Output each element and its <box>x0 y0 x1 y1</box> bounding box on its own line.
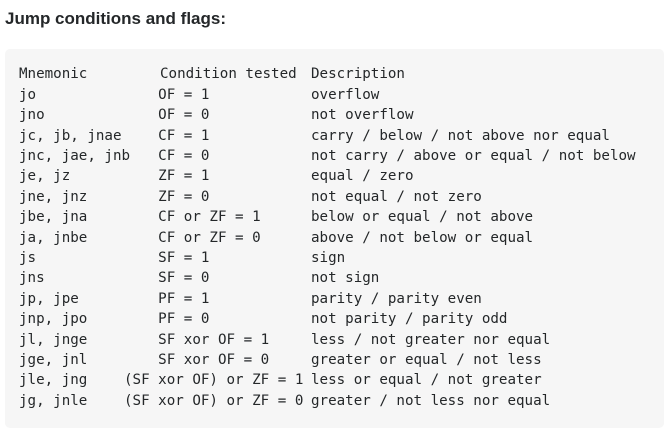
table-row: js SF = 1 sign <box>19 248 659 268</box>
mnemonic-cell: jge, jnl <box>19 352 88 368</box>
description-cell: above / not below or equal <box>311 230 534 246</box>
mnemonic-cell: jnp, jpo <box>19 311 88 327</box>
mnemonic-cell: jg, jnle <box>19 393 88 409</box>
condition-cell: CF = 0 <box>124 148 210 164</box>
condition-cell: CF = 1 <box>124 128 210 144</box>
mnemonic-cell: jno <box>19 107 45 123</box>
description-cell: greater / not less nor equal <box>311 393 551 409</box>
description-cell: greater or equal / not less <box>311 352 542 368</box>
description-cell: overflow <box>311 87 380 103</box>
table-row: jc, jb, jnae CF = 1 carry / below / not … <box>19 126 659 146</box>
table-row: jle, jng (SF xor OF) or ZF = 1 less or e… <box>19 370 659 390</box>
condition-cell: ZF = 0 <box>124 189 210 205</box>
condition-cell: SF = 1 <box>124 250 210 266</box>
mnemonic-cell: jo <box>19 87 37 103</box>
description-cell: less or equal / not greater <box>311 372 542 388</box>
mnemonic-cell: jp, jpe <box>19 291 79 307</box>
table-row: ja, jnbe CF or ZF = 0 above / not below … <box>19 228 659 248</box>
description-cell: not sign <box>311 270 380 286</box>
mnemonic-cell: jne, jnz <box>19 189 88 205</box>
table-header: Mnemonic Condition tested Description <box>19 64 659 84</box>
condition-cell: SF = 0 <box>124 270 210 286</box>
mnemonic-cell: jle, jng <box>19 372 88 388</box>
mnemonic-cell: jl, jnge <box>19 332 88 348</box>
table-row: jbe, jna CF or ZF = 1 below or equal / n… <box>19 207 659 227</box>
table-row: jne, jnz ZF = 0 not equal / not zero <box>19 187 659 207</box>
table-row: jge, jnl SF xor OF = 0 greater or equal … <box>19 350 659 370</box>
condition-cell: ZF = 1 <box>124 168 210 184</box>
description-cell: carry / below / not above nor equal <box>311 128 610 144</box>
description-cell: equal / zero <box>311 168 414 184</box>
table-row: je, jz ZF = 1 equal / zero <box>19 166 659 186</box>
description-cell: below or equal / not above <box>311 209 534 225</box>
description-cell: less / not greater nor equal <box>311 332 551 348</box>
description-cell: not overflow <box>311 107 414 123</box>
condition-cell: CF or ZF = 1 <box>124 209 261 225</box>
table-row: jno OF = 0 not overflow <box>19 105 659 125</box>
section-heading: Jump conditions and flags: <box>5 9 227 28</box>
mnemonic-cell: jbe, jna <box>19 209 88 225</box>
condition-cell: (SF xor OF) or ZF = 1 <box>124 372 304 388</box>
condition-cell: SF xor OF = 0 <box>124 352 270 368</box>
condition-cell: PF = 1 <box>124 291 210 307</box>
mnemonic-cell: ja, jnbe <box>19 230 88 246</box>
table-row: jg, jnle (SF xor OF) or ZF = 0 greater /… <box>19 391 659 411</box>
page: Jump conditions and flags: Mnemonic Cond… <box>0 0 664 434</box>
code-block: Mnemonic Condition tested Description jo… <box>5 49 664 428</box>
condition-cell: CF or ZF = 0 <box>124 230 261 246</box>
condition-cell: PF = 0 <box>124 311 210 327</box>
table-row: jp, jpe PF = 1 parity / parity even <box>19 289 659 309</box>
table-row: jnc, jae, jnb CF = 0 not carry / above o… <box>19 146 659 166</box>
header-mnemonic: Mnemonic <box>19 66 88 82</box>
condition-cell: OF = 0 <box>124 107 210 123</box>
mnemonic-cell: je, jz <box>19 168 71 184</box>
condition-cell: SF xor OF = 1 <box>124 332 270 348</box>
mnemonic-cell: jns <box>19 270 45 286</box>
header-description: Description <box>311 66 405 82</box>
mnemonic-cell: jc, jb, jnae <box>19 128 122 144</box>
description-cell: parity / parity even <box>311 291 482 307</box>
mnemonic-cell: js <box>19 250 37 266</box>
description-cell: not parity / parity odd <box>311 311 508 327</box>
table-row: jns SF = 0 not sign <box>19 268 659 288</box>
mnemonic-cell: jnc, jae, jnb <box>19 148 131 164</box>
description-cell: not equal / not zero <box>311 189 482 205</box>
table-row: jl, jnge SF xor OF = 1 less / not greate… <box>19 330 659 350</box>
condition-cell: (SF xor OF) or ZF = 0 <box>124 393 304 409</box>
condition-cell: OF = 1 <box>124 87 210 103</box>
description-cell: sign <box>311 250 346 266</box>
table-row: jo OF = 1 overflow <box>19 85 659 105</box>
table-row: jnp, jpo PF = 0 not parity / parity odd <box>19 309 659 329</box>
header-condition: Condition tested <box>160 66 297 82</box>
description-cell: not carry / above or equal / not below <box>311 148 636 164</box>
